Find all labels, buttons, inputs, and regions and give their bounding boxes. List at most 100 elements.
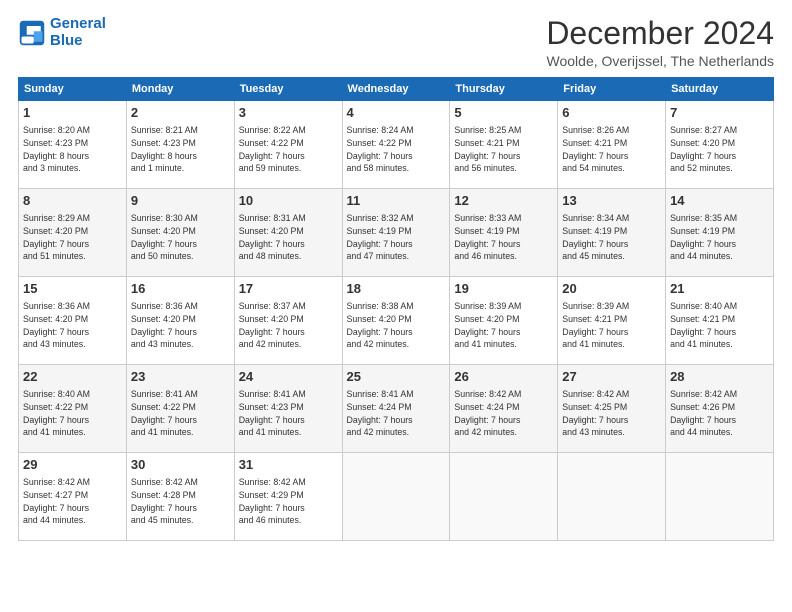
day-number: 26 [454, 368, 553, 387]
logo-icon [18, 19, 46, 47]
col-header-saturday: Saturday [666, 78, 774, 101]
day-number: 16 [131, 280, 230, 299]
day-detail: Sunrise: 8:37 AMSunset: 4:20 PMDaylight:… [239, 300, 338, 351]
day-detail: Sunrise: 8:21 AMSunset: 4:23 PMDaylight:… [131, 124, 230, 175]
calendar-cell: 19Sunrise: 8:39 AMSunset: 4:20 PMDayligh… [450, 277, 558, 365]
day-number: 12 [454, 192, 553, 211]
day-number: 1 [23, 104, 122, 123]
calendar-cell: 2Sunrise: 8:21 AMSunset: 4:23 PMDaylight… [126, 101, 234, 189]
calendar-cell: 3Sunrise: 8:22 AMSunset: 4:22 PMDaylight… [234, 101, 342, 189]
calendar-cell: 23Sunrise: 8:41 AMSunset: 4:22 PMDayligh… [126, 365, 234, 453]
day-number: 6 [562, 104, 661, 123]
day-detail: Sunrise: 8:22 AMSunset: 4:22 PMDaylight:… [239, 124, 338, 175]
calendar-cell: 10Sunrise: 8:31 AMSunset: 4:20 PMDayligh… [234, 189, 342, 277]
day-number: 3 [239, 104, 338, 123]
day-detail: Sunrise: 8:24 AMSunset: 4:22 PMDaylight:… [347, 124, 446, 175]
calendar-cell: 25Sunrise: 8:41 AMSunset: 4:24 PMDayligh… [342, 365, 450, 453]
title-block: December 2024 Woolde, Overijssel, The Ne… [546, 16, 774, 69]
day-detail: Sunrise: 8:42 AMSunset: 4:27 PMDaylight:… [23, 476, 122, 527]
day-detail: Sunrise: 8:29 AMSunset: 4:20 PMDaylight:… [23, 212, 122, 263]
day-number: 25 [347, 368, 446, 387]
calendar-cell: 15Sunrise: 8:36 AMSunset: 4:20 PMDayligh… [19, 277, 127, 365]
col-header-thursday: Thursday [450, 78, 558, 101]
day-number: 17 [239, 280, 338, 299]
calendar-cell [558, 453, 666, 541]
calendar-cell: 4Sunrise: 8:24 AMSunset: 4:22 PMDaylight… [342, 101, 450, 189]
calendar-cell: 6Sunrise: 8:26 AMSunset: 4:21 PMDaylight… [558, 101, 666, 189]
day-detail: Sunrise: 8:36 AMSunset: 4:20 PMDaylight:… [23, 300, 122, 351]
calendar-cell: 12Sunrise: 8:33 AMSunset: 4:19 PMDayligh… [450, 189, 558, 277]
day-number: 21 [670, 280, 769, 299]
main-title: December 2024 [546, 16, 774, 51]
logo-line1: General [50, 15, 106, 32]
day-detail: Sunrise: 8:42 AMSunset: 4:28 PMDaylight:… [131, 476, 230, 527]
day-detail: Sunrise: 8:33 AMSunset: 4:19 PMDaylight:… [454, 212, 553, 263]
day-number: 19 [454, 280, 553, 299]
day-detail: Sunrise: 8:39 AMSunset: 4:21 PMDaylight:… [562, 300, 661, 351]
day-detail: Sunrise: 8:36 AMSunset: 4:20 PMDaylight:… [131, 300, 230, 351]
day-number: 8 [23, 192, 122, 211]
day-detail: Sunrise: 8:40 AMSunset: 4:22 PMDaylight:… [23, 388, 122, 439]
subtitle: Woolde, Overijssel, The Netherlands [546, 53, 774, 69]
calendar-table: SundayMondayTuesdayWednesdayThursdayFrid… [18, 77, 774, 541]
day-number: 7 [670, 104, 769, 123]
day-number: 28 [670, 368, 769, 387]
calendar-cell: 18Sunrise: 8:38 AMSunset: 4:20 PMDayligh… [342, 277, 450, 365]
calendar-cell: 27Sunrise: 8:42 AMSunset: 4:25 PMDayligh… [558, 365, 666, 453]
calendar-cell: 20Sunrise: 8:39 AMSunset: 4:21 PMDayligh… [558, 277, 666, 365]
day-detail: Sunrise: 8:40 AMSunset: 4:21 PMDaylight:… [670, 300, 769, 351]
day-number: 2 [131, 104, 230, 123]
calendar-cell: 30Sunrise: 8:42 AMSunset: 4:28 PMDayligh… [126, 453, 234, 541]
day-number: 23 [131, 368, 230, 387]
day-detail: Sunrise: 8:42 AMSunset: 4:26 PMDaylight:… [670, 388, 769, 439]
calendar-cell: 1Sunrise: 8:20 AMSunset: 4:23 PMDaylight… [19, 101, 127, 189]
calendar-cell: 22Sunrise: 8:40 AMSunset: 4:22 PMDayligh… [19, 365, 127, 453]
day-number: 30 [131, 456, 230, 475]
day-number: 10 [239, 192, 338, 211]
week-row-5: 29Sunrise: 8:42 AMSunset: 4:27 PMDayligh… [19, 453, 774, 541]
week-row-4: 22Sunrise: 8:40 AMSunset: 4:22 PMDayligh… [19, 365, 774, 453]
day-detail: Sunrise: 8:42 AMSunset: 4:24 PMDaylight:… [454, 388, 553, 439]
day-detail: Sunrise: 8:39 AMSunset: 4:20 PMDaylight:… [454, 300, 553, 351]
day-detail: Sunrise: 8:31 AMSunset: 4:20 PMDaylight:… [239, 212, 338, 263]
day-number: 31 [239, 456, 338, 475]
col-header-tuesday: Tuesday [234, 78, 342, 101]
day-number: 27 [562, 368, 661, 387]
calendar-cell: 17Sunrise: 8:37 AMSunset: 4:20 PMDayligh… [234, 277, 342, 365]
day-detail: Sunrise: 8:20 AMSunset: 4:23 PMDaylight:… [23, 124, 122, 175]
day-detail: Sunrise: 8:42 AMSunset: 4:29 PMDaylight:… [239, 476, 338, 527]
day-detail: Sunrise: 8:41 AMSunset: 4:24 PMDaylight:… [347, 388, 446, 439]
day-number: 20 [562, 280, 661, 299]
col-header-monday: Monday [126, 78, 234, 101]
day-detail: Sunrise: 8:32 AMSunset: 4:19 PMDaylight:… [347, 212, 446, 263]
logo: General Blue [18, 16, 106, 49]
day-detail: Sunrise: 8:26 AMSunset: 4:21 PMDaylight:… [562, 124, 661, 175]
calendar-cell: 26Sunrise: 8:42 AMSunset: 4:24 PMDayligh… [450, 365, 558, 453]
calendar-cell: 8Sunrise: 8:29 AMSunset: 4:20 PMDaylight… [19, 189, 127, 277]
calendar-cell: 13Sunrise: 8:34 AMSunset: 4:19 PMDayligh… [558, 189, 666, 277]
day-detail: Sunrise: 8:41 AMSunset: 4:23 PMDaylight:… [239, 388, 338, 439]
calendar-cell [450, 453, 558, 541]
day-number: 14 [670, 192, 769, 211]
day-detail: Sunrise: 8:41 AMSunset: 4:22 PMDaylight:… [131, 388, 230, 439]
calendar-cell: 5Sunrise: 8:25 AMSunset: 4:21 PMDaylight… [450, 101, 558, 189]
calendar-cell: 28Sunrise: 8:42 AMSunset: 4:26 PMDayligh… [666, 365, 774, 453]
logo-text: General Blue [50, 16, 106, 49]
calendar-cell: 9Sunrise: 8:30 AMSunset: 4:20 PMDaylight… [126, 189, 234, 277]
header: General Blue December 2024 Woolde, Overi… [18, 16, 774, 69]
calendar-header-row: SundayMondayTuesdayWednesdayThursdayFrid… [19, 78, 774, 101]
day-number: 11 [347, 192, 446, 211]
col-header-friday: Friday [558, 78, 666, 101]
day-number: 29 [23, 456, 122, 475]
day-number: 22 [23, 368, 122, 387]
calendar-cell [666, 453, 774, 541]
calendar-cell: 11Sunrise: 8:32 AMSunset: 4:19 PMDayligh… [342, 189, 450, 277]
day-number: 9 [131, 192, 230, 211]
day-number: 4 [347, 104, 446, 123]
calendar-cell [342, 453, 450, 541]
calendar-cell: 29Sunrise: 8:42 AMSunset: 4:27 PMDayligh… [19, 453, 127, 541]
day-detail: Sunrise: 8:27 AMSunset: 4:20 PMDaylight:… [670, 124, 769, 175]
day-detail: Sunrise: 8:30 AMSunset: 4:20 PMDaylight:… [131, 212, 230, 263]
day-number: 15 [23, 280, 122, 299]
col-header-wednesday: Wednesday [342, 78, 450, 101]
